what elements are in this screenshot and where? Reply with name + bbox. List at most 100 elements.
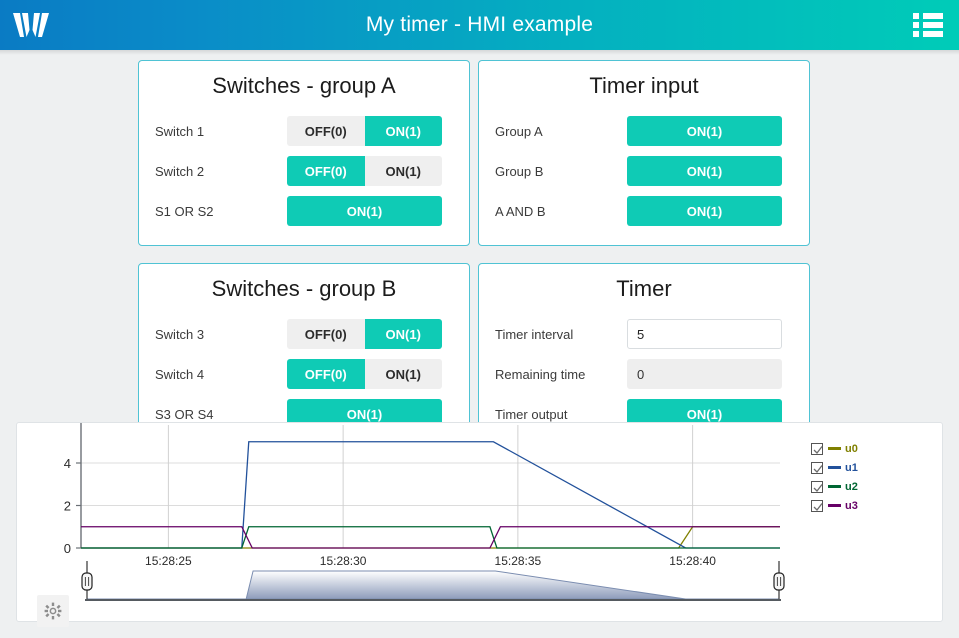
navigator-right-handle[interactable] [773, 561, 785, 599]
toggle-option-on[interactable]: ON(1) [364, 156, 442, 186]
row-control: ON(1) [627, 156, 793, 186]
app-logo[interactable] [0, 0, 62, 50]
legend-item-u2[interactable]: u2 [811, 477, 858, 496]
legend-label: u2 [845, 480, 858, 493]
legend-swatch-u0 [828, 447, 841, 450]
menu-line [923, 13, 943, 19]
toggle-option-on[interactable]: ON(1) [364, 319, 442, 349]
legend-label: u3 [845, 499, 858, 512]
svg-text:15:28:40: 15:28:40 [669, 554, 716, 568]
legend-swatch-u2 [828, 485, 841, 488]
row-control: 0 [627, 359, 793, 389]
legend-item-u1[interactable]: u1 [811, 458, 858, 477]
row-label: S1 OR S2 [155, 203, 214, 219]
list-menu-icon[interactable] [913, 11, 943, 39]
toggle-option-on[interactable]: ON(1) [364, 116, 442, 146]
panel-row: Switch 4 OFF(0) ON(1) [155, 354, 453, 394]
row-label: Timer interval [495, 326, 574, 342]
svg-text:2: 2 [64, 499, 71, 514]
toggle-option-off[interactable]: OFF(0) [287, 319, 365, 349]
panel-grid: Switches - group A Switch 1 OFF(0) ON(1) Swi… [138, 60, 819, 449]
page-title: My timer - HMI example [365, 13, 594, 36]
checkbox-u3[interactable] [811, 499, 823, 512]
checkmark-icon [813, 445, 823, 454]
panel-title: Switches - group A [212, 73, 396, 98]
panel-title: Timer input [589, 73, 699, 98]
chart-legend: u0 u1 u2 u3 [811, 439, 858, 515]
panel-title: Switches - group B [211, 276, 397, 301]
panel-title: Timer [616, 276, 672, 301]
checkmark-icon [813, 464, 823, 473]
checkmark-icon [813, 483, 823, 492]
row-control: OFF(0) ON(1) [287, 319, 453, 349]
row-control: OFF(0) ON(1) [287, 116, 453, 146]
trend-chart[interactable]: 0 2 4 15:28:25 15:28:30 15:28:35 15:28:40 [17, 423, 942, 621]
legend-label: u0 [845, 442, 858, 455]
menu-bullet [913, 22, 919, 28]
row-label: A AND B [495, 203, 546, 219]
row-label: Switch 4 [155, 366, 205, 382]
legend-item-u3[interactable]: u3 [811, 496, 858, 515]
row-label: Switch 1 [155, 123, 205, 139]
status-badge-group-a: ON(1) [627, 116, 782, 146]
chart-navigator[interactable] [85, 570, 781, 601]
row-label: Remaining time [495, 366, 586, 382]
row-control: OFF(0) ON(1) [287, 156, 453, 186]
w-logo-icon [13, 13, 49, 37]
panel-row: Group A ON(1) [495, 111, 793, 151]
panel-row: Switch 1 OFF(0) ON(1) [155, 111, 453, 151]
menu-bullet [913, 31, 919, 37]
panel-row: Group B ON(1) [495, 151, 793, 191]
panel-row: Timer interval 5 [495, 314, 793, 354]
navigator-left-handle[interactable] [81, 561, 93, 599]
checkbox-u2[interactable] [811, 480, 823, 493]
checkbox-u1[interactable] [811, 461, 823, 474]
toggle-switch-1[interactable]: OFF(0) ON(1) [287, 116, 442, 146]
chart-settings-button[interactable] [37, 595, 69, 627]
svg-text:0: 0 [64, 541, 71, 556]
menu-line [923, 31, 943, 37]
row-label: Switch 2 [155, 163, 205, 179]
timer-interval-input[interactable]: 5 [627, 319, 782, 349]
toggle-switch-3[interactable]: OFF(0) ON(1) [287, 319, 442, 349]
checkmark-icon [813, 502, 823, 511]
panel-row: Switch 3 OFF(0) ON(1) [155, 314, 453, 354]
panel-switches-group-a: Switches - group A Switch 1 OFF(0) ON(1) Swi… [138, 60, 470, 246]
row-control: ON(1) [287, 196, 453, 226]
row-control: 5 [627, 319, 793, 349]
row-label: Group A [495, 123, 543, 139]
row-label: S3 OR S4 [155, 406, 214, 422]
svg-text:15:28:35: 15:28:35 [495, 554, 542, 568]
toggle-option-off[interactable]: OFF(0) [287, 156, 365, 186]
menu-row-1 [913, 13, 943, 19]
status-badge-s1-or-s2: ON(1) [287, 196, 442, 226]
remaining-time-value: 0 [627, 359, 782, 389]
legend-swatch-u3 [828, 504, 841, 507]
trend-chart-card: 0 2 4 15:28:25 15:28:30 15:28:35 15:28:40 u0 u1… [16, 422, 943, 627]
legend-item-u0[interactable]: u0 [811, 439, 858, 458]
row-label: Timer output [495, 406, 568, 422]
menu-line [923, 22, 943, 28]
panel-row: Remaining time 0 [495, 354, 793, 394]
svg-text:4: 4 [64, 456, 71, 471]
status-badge-group-b: ON(1) [627, 156, 782, 186]
toggle-switch-4[interactable]: OFF(0) ON(1) [287, 359, 442, 389]
panel-timer-input: Timer input Group A ON(1) Group B ON(1) A AND… [478, 60, 810, 246]
header-shadow [0, 50, 959, 55]
panel-row: Switch 2 OFF(0) ON(1) [155, 151, 453, 191]
gear-icon [44, 602, 62, 620]
row-control: OFF(0) ON(1) [287, 359, 453, 389]
legend-label: u1 [845, 461, 858, 474]
svg-text:15:28:25: 15:28:25 [145, 554, 192, 568]
toggle-switch-2[interactable]: OFF(0) ON(1) [287, 156, 442, 186]
toggle-option-on[interactable]: ON(1) [364, 359, 442, 389]
svg-text:15:28:30: 15:28:30 [320, 554, 367, 568]
toggle-option-off[interactable]: OFF(0) [287, 359, 365, 389]
app-header: My timer - HMI example [0, 0, 959, 50]
menu-row-3 [913, 31, 943, 37]
legend-swatch-u1 [828, 466, 841, 469]
status-badge-a-and-b: ON(1) [627, 196, 782, 226]
toggle-option-off[interactable]: OFF(0) [287, 116, 365, 146]
checkbox-u0[interactable] [811, 442, 823, 455]
menu-bullet [913, 13, 919, 19]
